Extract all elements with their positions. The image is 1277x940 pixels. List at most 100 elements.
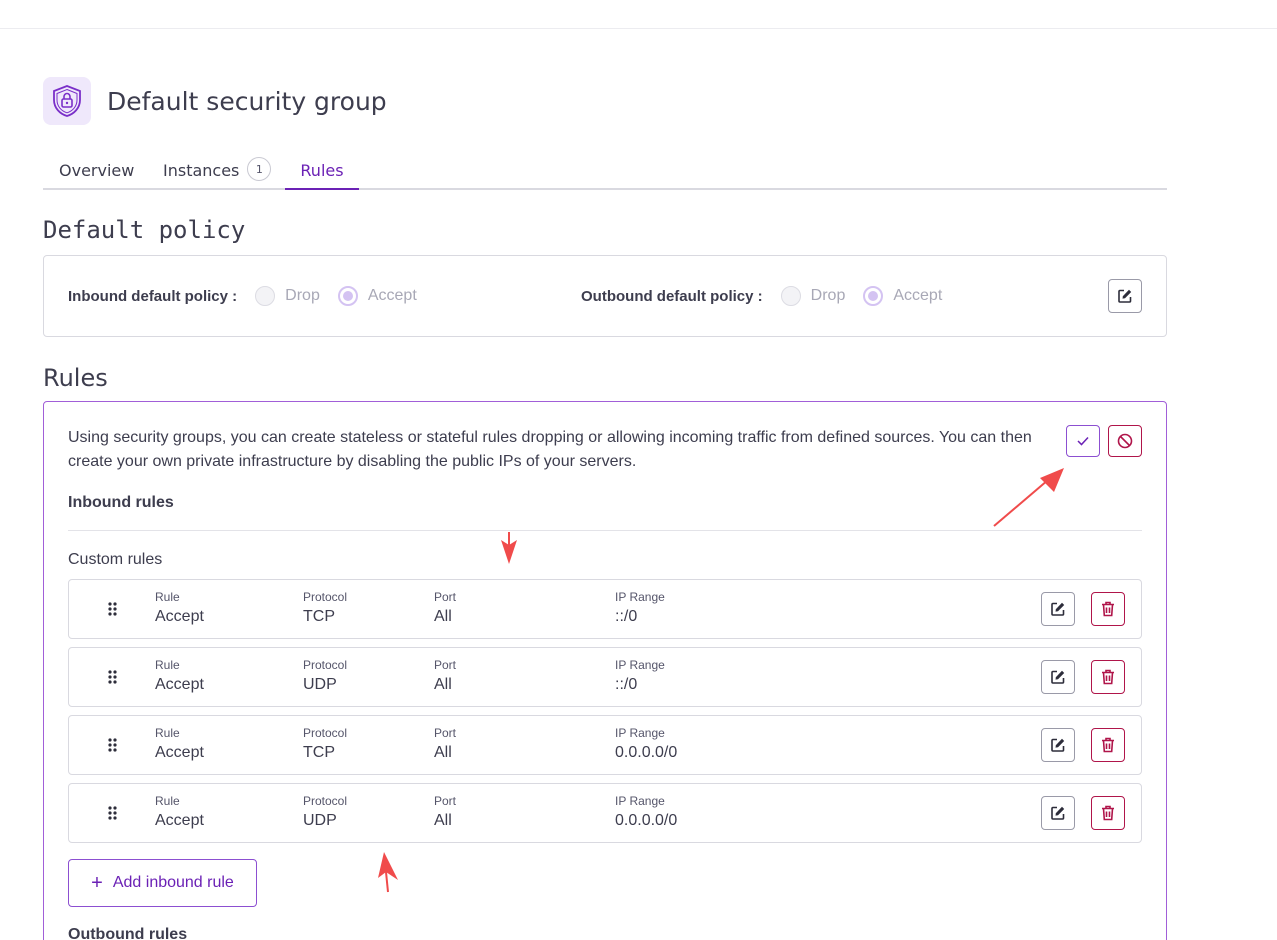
port-cell: Port All [434,590,456,626]
port-label: Port [434,590,457,604]
trash-icon [1102,601,1114,617]
drag-handle-icon[interactable] [107,601,119,617]
protocol-cell: Protocol UDP [303,658,347,694]
trash-icon [1102,669,1114,685]
shield-lock-icon [43,77,91,125]
plus-icon: + [91,871,103,894]
ip-range-value: ::/0 [615,608,638,625]
confirm-button[interactable] [1066,425,1100,457]
add-inbound-rule-label: Add inbound rule [112,874,234,891]
radio-label: Accept [367,287,417,304]
add-inbound-rule-button[interactable]: + Add inbound rule [68,859,257,907]
rule-label: Rule [155,590,180,604]
rule-label: Rule [155,726,180,740]
trash-icon [1102,805,1114,821]
outbound-policy-label: Outbound default policy : [581,287,763,305]
port-label: Port [434,658,457,672]
ip-range-label: IP Range [615,590,665,604]
rule-row: Rule Accept Protocol UDP Port All IP Range:… [68,647,1142,707]
annotation-arrow-icon [993,468,1064,527]
radio-circle [255,286,276,306]
delete-rule-button[interactable] [1091,592,1125,626]
port-value: All [434,676,452,693]
edit-icon [1118,289,1132,303]
port-value: All [434,812,452,829]
delete-rule-button[interactable] [1091,728,1125,762]
protocol-value: UDP [303,676,337,693]
rule-cell: Rule Accept [155,794,204,830]
top-divider [0,28,1277,29]
ip-range-cell: IP Range::/0 [615,658,665,694]
protocol-cell: Protocol TCP [303,726,347,762]
protocol-value: UDP [303,812,337,829]
rules-description: Using security groups, you can create st… [68,429,1032,470]
outbound-drop-radio[interactable]: Drop [780,286,846,306]
drag-handle-icon[interactable] [107,737,119,753]
port-cell: Port All [434,658,456,694]
annotation-arrow-icon [501,532,517,564]
tab-bar: Overview Instances 1 Rules [43,152,1167,190]
radio-circle-checked [337,286,358,306]
rule-label: Rule [155,658,180,672]
radio-circle-checked [863,286,884,306]
port-cell: Port All [434,794,456,830]
cancel-button[interactable] [1108,425,1142,457]
ip-range-label: IP Range [615,658,665,672]
trash-icon [1102,737,1114,753]
rule-cell: Rule Accept [155,590,204,626]
protocol-label: Protocol [303,726,348,740]
inbound-policy-label: Inbound default policy : [68,287,238,305]
radio-label: Drop [285,287,320,304]
port-label: Port [434,794,457,808]
rule-value: Accept [155,744,204,761]
rule-row: Rule Accept Protocol UDP Port All IP Range 0… [68,783,1142,843]
inbound-drop-radio[interactable]: Drop [255,286,320,306]
outbound-accept-radio[interactable]: Accept [863,286,942,306]
edit-rule-button[interactable] [1041,796,1075,830]
radio-label: Accept [893,287,943,304]
custom-rules-title: Custom rules [68,551,163,568]
tab-overview[interactable]: Overview [59,152,134,190]
port-value: All [434,744,452,761]
edit-rule-button[interactable] [1041,728,1075,762]
delete-rule-button[interactable] [1091,796,1125,830]
rule-row: Rule Accept Protocol TCP Port All IP Range:… [68,579,1142,639]
protocol-label: Protocol [303,794,348,808]
edit-icon [1051,602,1065,616]
tab-instances[interactable]: Instances 1 [163,152,272,190]
divider [68,530,1142,531]
inbound-rules-title: Inbound rules [68,494,174,511]
port-cell: Port All [434,726,456,762]
ip-range-label: IP Range [615,794,665,808]
edit-icon [1051,806,1065,820]
delete-rule-button[interactable] [1091,660,1125,694]
rule-label: Rule [155,794,180,808]
rule-value: Accept [155,608,204,625]
annotation-arrow-icon [378,852,398,893]
default-policy-title: Default policy [43,216,246,244]
ip-range-cell: IP Range 0.0.0.0/0 [615,726,677,762]
drag-handle-icon[interactable] [107,805,119,821]
port-value: All [434,608,452,625]
protocol-value: TCP [303,744,335,761]
cancel-icon [1117,433,1133,449]
edit-rule-button[interactable] [1041,592,1075,626]
drag-handle-icon[interactable] [107,669,119,685]
rules-section-title: Rules [43,364,108,392]
rule-value: Accept [155,812,204,829]
edit-icon [1051,670,1065,684]
edit-policy-button[interactable] [1108,279,1142,313]
tab-overview-label: Overview [59,161,135,180]
rule-cell: Rule Accept [155,658,204,694]
ip-range-label: IP Range [615,726,665,740]
default-policy-card: Inbound default policy : Drop Accept Out… [43,255,1167,337]
check-icon [1077,436,1089,446]
port-label: Port [434,726,457,740]
ip-range-value: 0.0.0.0/0 [615,744,678,761]
radio-label: Drop [810,287,846,304]
ip-range-value: ::/0 [615,676,638,693]
tab-rules[interactable]: Rules [285,152,359,190]
inbound-accept-radio[interactable]: Accept [337,286,417,306]
edit-rule-button[interactable] [1041,660,1075,694]
page-title: Default security group [107,86,387,116]
